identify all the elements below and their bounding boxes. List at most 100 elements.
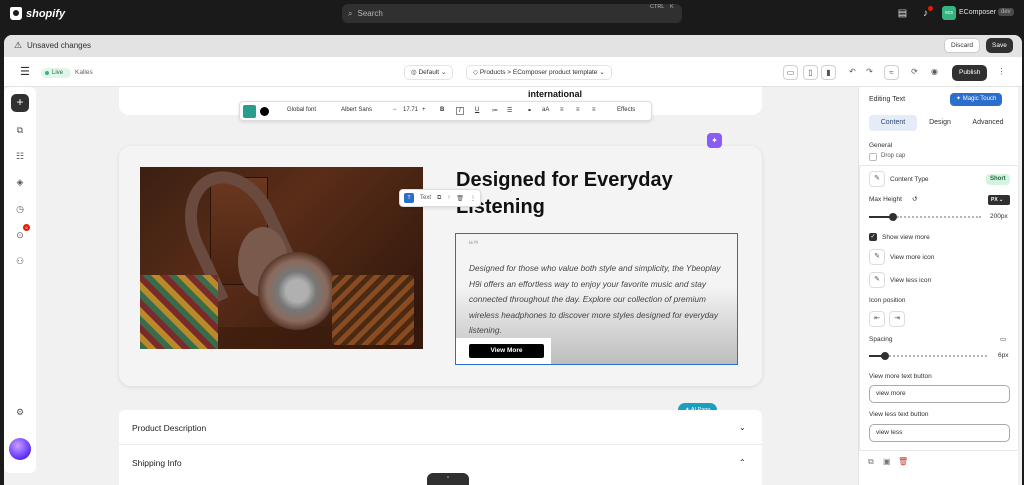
paste-icon[interactable]: ▣ — [883, 457, 891, 466]
product-description-text[interactable]: Designed for those who value both style … — [469, 261, 729, 339]
search-input[interactable]: ⌕ Search — [342, 4, 682, 23]
live-status-badge: Live — [41, 68, 71, 78]
settings-sliders-icon[interactable]: ≈ — [884, 65, 899, 80]
rail-badge: 6 — [23, 224, 30, 231]
spacing-slider-knob[interactable] — [881, 352, 889, 360]
ai-sparkle-icon[interactable]: ✦ — [707, 133, 722, 148]
chevron-up-icon[interactable]: ⌃ — [739, 458, 746, 467]
view-more-text-input[interactable]: view more — [869, 385, 1010, 403]
tab-advanced[interactable]: Advanced — [965, 115, 1011, 131]
font-size-value[interactable]: 17.71 — [403, 107, 418, 113]
tab-design[interactable]: Design — [919, 115, 961, 131]
tablet-view-icon[interactable]: ▯ — [803, 65, 818, 80]
image-carved-cube — [332, 275, 414, 345]
view-more-wrapper: View More — [456, 338, 551, 364]
duplicate-icon[interactable]: ⧉ — [437, 195, 441, 202]
element-action-chip: T Text ⧉ ↑ 🗑 ⋮ — [399, 189, 481, 207]
general-section-title[interactable]: General — [869, 142, 892, 149]
chip-label[interactable]: Text — [420, 195, 431, 201]
product-headline[interactable]: Designed for Everyday Listening — [456, 167, 716, 221]
selected-text-block[interactable]: ❝❞ Designed for those who value both sty… — [455, 233, 738, 365]
users-icon[interactable]: ⚇ — [14, 256, 26, 268]
align-center-icon[interactable]: ≡ — [576, 107, 580, 113]
font-family-select[interactable]: Albert Sans — [341, 107, 372, 113]
bold-icon[interactable]: B — [440, 107, 444, 113]
drop-cap-toggle[interactable] — [869, 153, 877, 161]
tab-content[interactable]: Content — [869, 115, 917, 131]
sections-icon[interactable]: ☷ — [14, 151, 26, 163]
add-element-button[interactable]: + — [11, 94, 29, 112]
bullet-list-icon[interactable]: ☰ — [507, 107, 512, 114]
ordered-list-icon[interactable]: ≔ — [492, 107, 498, 114]
text-color-swatch[interactable] — [243, 105, 256, 118]
store-avatar[interactable]: ecs — [942, 6, 956, 20]
undo-icon[interactable]: ↶ — [845, 65, 860, 80]
responsive-device-icon[interactable]: ▭ — [1000, 335, 1006, 343]
icon-position-label: Icon position — [869, 297, 906, 304]
ai-assistant-avatar[interactable] — [9, 438, 31, 460]
quote-icon: ❝❞ — [468, 240, 479, 251]
view-less-text-input[interactable]: view less — [869, 424, 1010, 442]
align-right-icon[interactable]: ≡ — [592, 107, 596, 113]
review-icon[interactable]: ⊙ — [14, 230, 26, 242]
store-icon[interactable]: ▤ — [896, 7, 909, 20]
global-font-select[interactable]: Global font — [287, 107, 316, 113]
max-height-slider[interactable] — [869, 212, 981, 222]
edit-icon[interactable]: ✎ — [869, 171, 885, 187]
underline-icon[interactable]: U — [475, 107, 479, 113]
icon-position-left-icon[interactable]: ⇤ — [869, 311, 885, 327]
save-button[interactable]: Save — [986, 38, 1013, 53]
history-icon[interactable]: ⟳ — [907, 65, 922, 80]
canvas-bottom-handle[interactable]: ⌃ — [427, 473, 469, 485]
reset-icon[interactable]: ↺ — [912, 195, 917, 203]
align-left-icon[interactable]: ≡ — [560, 107, 564, 113]
accordion-item-shipping-info[interactable]: Shipping Info — [132, 458, 182, 468]
view-select[interactable]: ◎ Default ⌄ — [404, 65, 454, 80]
store-name[interactable]: EComposer — [959, 9, 996, 16]
effects-button[interactable]: Effects — [617, 107, 635, 113]
font-size-increase[interactable]: + — [422, 107, 426, 113]
menu-icon[interactable]: ☰ — [20, 65, 30, 78]
trash-icon[interactable]: 🗑 — [898, 457, 908, 466]
view-more-icon-picker[interactable]: ✎ — [869, 249, 885, 265]
spacing-value: 6px — [998, 352, 1009, 359]
desktop-view-icon[interactable]: ▭ — [783, 65, 798, 80]
accordion-item-product-description[interactable]: Product Description — [132, 423, 206, 433]
content-type-badge[interactable]: Short — [986, 174, 1010, 185]
show-view-more-checkbox[interactable]: ✓ — [869, 233, 877, 241]
redo-icon[interactable]: ↷ — [862, 65, 877, 80]
italic-icon[interactable]: I — [456, 107, 464, 115]
history-clock-icon[interactable]: ◷ — [14, 204, 26, 216]
view-more-text-label: View more text button — [869, 373, 932, 380]
more-options-icon[interactable]: ⋮ — [994, 65, 1009, 80]
settings-gear-icon[interactable]: ⚙ — [14, 407, 26, 419]
product-image[interactable] — [140, 167, 423, 349]
icon-position-right-icon[interactable]: ⇥ — [889, 311, 905, 327]
layers-icon[interactable]: ◈ — [14, 177, 26, 189]
copy-icon[interactable]: ⧉ — [868, 457, 874, 467]
move-up-icon[interactable]: ↑ — [447, 195, 450, 201]
preview-eye-icon[interactable]: ◉ — [927, 65, 942, 80]
view-more-button[interactable]: View More — [469, 344, 544, 358]
publish-button[interactable]: Publish — [952, 65, 988, 81]
spacing-slider[interactable] — [869, 351, 987, 361]
magic-touch-button[interactable]: ✦ Magic Touch — [950, 93, 1003, 106]
pages-icon[interactable]: ⧉ — [14, 125, 26, 137]
shopify-logo[interactable]: shopify — [10, 7, 65, 20]
brand-name: shopify — [26, 7, 66, 20]
font-size-decrease[interactable]: − — [393, 107, 397, 113]
discard-button[interactable]: Discard — [944, 38, 981, 53]
delete-icon[interactable]: 🗑 — [456, 195, 464, 202]
unit-select[interactable]: PX ⌄ — [988, 195, 1010, 205]
link-icon[interactable]: ⚭ — [527, 107, 532, 114]
highlight-color-swatch[interactable] — [260, 107, 269, 116]
more-icon[interactable]: ⋮ — [470, 195, 476, 202]
content-type-label: Content Type — [890, 176, 929, 183]
product-feature-section[interactable]: ✦ Designed for Everyday Listening T Text… — [119, 133, 762, 386]
text-case-icon[interactable]: aA — [542, 107, 549, 113]
view-less-icon-picker[interactable]: ✎ — [869, 272, 885, 288]
template-select[interactable]: ◇ Products > EComposer product template … — [466, 65, 612, 80]
mobile-view-icon[interactable]: ▮ — [821, 65, 836, 80]
max-height-slider-knob[interactable] — [889, 213, 897, 221]
chevron-down-icon[interactable]: ⌄ — [739, 423, 746, 432]
